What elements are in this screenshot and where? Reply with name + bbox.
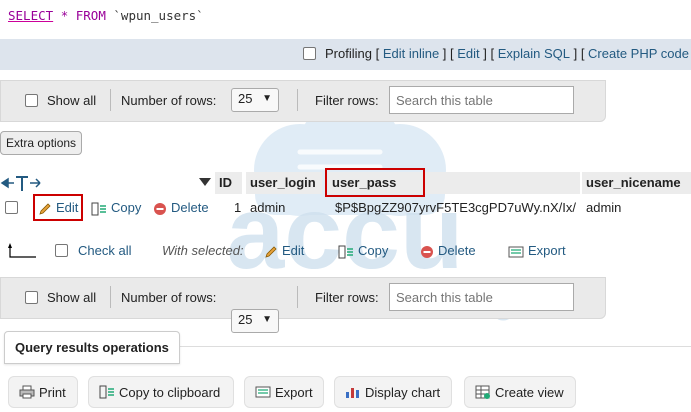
- arrow-up-left-icon: [8, 243, 36, 258]
- query-results-operations-title: Query results operations: [4, 331, 180, 364]
- divider: [297, 89, 298, 111]
- export-button[interactable]: Export: [244, 376, 324, 408]
- copy-icon: [91, 202, 106, 216]
- rows-select[interactable]: 25 ▼: [231, 309, 279, 333]
- row-delete-label: Delete: [171, 200, 209, 215]
- profiling-label: Profiling: [325, 46, 372, 61]
- filter-label: Filter rows:: [315, 290, 379, 305]
- create-view-label: Create view: [495, 384, 564, 400]
- divider: [110, 286, 111, 308]
- export-icon: [255, 386, 271, 398]
- column-tools: [0, 172, 214, 194]
- bulk-edit-label: Edit: [282, 243, 305, 258]
- sql-query: SELECT * FROM `wpun_users`: [8, 8, 204, 23]
- bulk-copy-label: Copy: [358, 243, 389, 258]
- column-header-id[interactable]: ID: [215, 172, 242, 194]
- display-chart-button[interactable]: Display chart: [334, 376, 452, 408]
- row-checkbox[interactable]: [5, 201, 18, 214]
- export-icon: [508, 246, 524, 258]
- column-move-arrows-icon[interactable]: [0, 174, 50, 194]
- bulk-copy-button[interactable]: Copy: [338, 243, 388, 259]
- table-view-icon: [475, 385, 490, 399]
- chevron-down-icon: ▼: [262, 93, 272, 104]
- printer-icon: [19, 385, 35, 399]
- copy-icon: [338, 245, 353, 259]
- cell-user-login: admin: [250, 200, 286, 215]
- create-view-button[interactable]: Create view: [464, 376, 576, 408]
- filter-search-input[interactable]: Search this table: [389, 283, 574, 311]
- rows-select-value: 25: [238, 91, 253, 106]
- bulk-export-button[interactable]: Export: [508, 243, 566, 259]
- bulk-export-label: Export: [528, 243, 566, 258]
- bulk-edit-button[interactable]: Edit: [264, 243, 304, 259]
- delete-icon: [421, 245, 433, 258]
- copy-icon: [99, 385, 114, 399]
- divider: [180, 346, 691, 347]
- highlight-box: [33, 194, 83, 221]
- chevron-down-icon: ▼: [262, 314, 272, 325]
- edit-query-link[interactable]: Edit: [457, 46, 479, 61]
- rows-select[interactable]: 25 ▼: [231, 88, 279, 112]
- export-label: Export: [275, 384, 313, 400]
- print-label: Print: [39, 384, 66, 400]
- rows-label: Number of rows:: [121, 290, 217, 305]
- profiling-checkbox[interactable]: [303, 47, 316, 60]
- copy-to-clipboard-label: Copy to clipboard: [119, 384, 221, 400]
- sort-dropdown-icon[interactable]: [199, 178, 211, 188]
- column-header-user-login[interactable]: user_login: [246, 172, 322, 194]
- row-delete-link[interactable]: Delete: [153, 200, 209, 224]
- extra-options-button[interactable]: Extra options: [0, 131, 83, 155]
- display-chart-label: Display chart: [365, 384, 441, 400]
- highlight-box: [325, 168, 425, 197]
- filter-search-input[interactable]: Search this table: [389, 86, 574, 114]
- check-all-label[interactable]: Check all: [78, 243, 131, 258]
- pencil-icon: [265, 245, 277, 258]
- rows-label: Number of rows:: [121, 93, 217, 108]
- filter-label: Filter rows:: [315, 93, 379, 108]
- show-all-label: Show all: [47, 93, 97, 108]
- with-selected-label: With selected:: [162, 243, 244, 258]
- create-php-code-link[interactable]: Create PHP code: [588, 46, 689, 61]
- sql-table-name: `wpun_users`: [113, 8, 204, 23]
- check-all-checkbox[interactable]: [55, 244, 68, 257]
- rows-select-value: 25: [238, 312, 253, 327]
- column-header-user-nicename[interactable]: user_nicename: [582, 172, 691, 194]
- sql-select-keyword[interactable]: SELECT: [8, 8, 53, 23]
- cell-user-nicename: admin: [586, 200, 622, 215]
- row-copy-link[interactable]: Copy: [91, 200, 141, 224]
- delete-icon: [154, 202, 166, 215]
- show-all-checkbox[interactable]: [25, 291, 38, 304]
- bulk-delete-label: Delete: [438, 243, 476, 258]
- profiling-options: Profiling [ Edit inline ] [ Edit ] [ Exp…: [303, 46, 689, 61]
- show-all-label: Show all: [47, 290, 97, 305]
- cell-id: 1: [234, 200, 242, 215]
- copy-to-clipboard-button[interactable]: Copy to clipboard: [88, 376, 234, 408]
- print-button[interactable]: Print: [8, 376, 78, 408]
- explain-sql-link[interactable]: Explain SQL: [498, 46, 570, 61]
- edit-inline-link[interactable]: Edit inline: [383, 46, 439, 61]
- bulk-delete-button[interactable]: Delete: [420, 243, 476, 259]
- sql-star: *: [60, 8, 69, 23]
- divider: [297, 286, 298, 308]
- sql-from-keyword: FROM: [75, 8, 106, 23]
- divider: [110, 89, 111, 111]
- show-all-checkbox[interactable]: [25, 94, 38, 107]
- row-copy-label: Copy: [111, 200, 142, 215]
- bar-chart-icon: [346, 388, 359, 398]
- cell-user-pass: $P$BpgZZ907yrvF5TE3cgPD7uWy.nX/Ix/: [335, 200, 576, 215]
